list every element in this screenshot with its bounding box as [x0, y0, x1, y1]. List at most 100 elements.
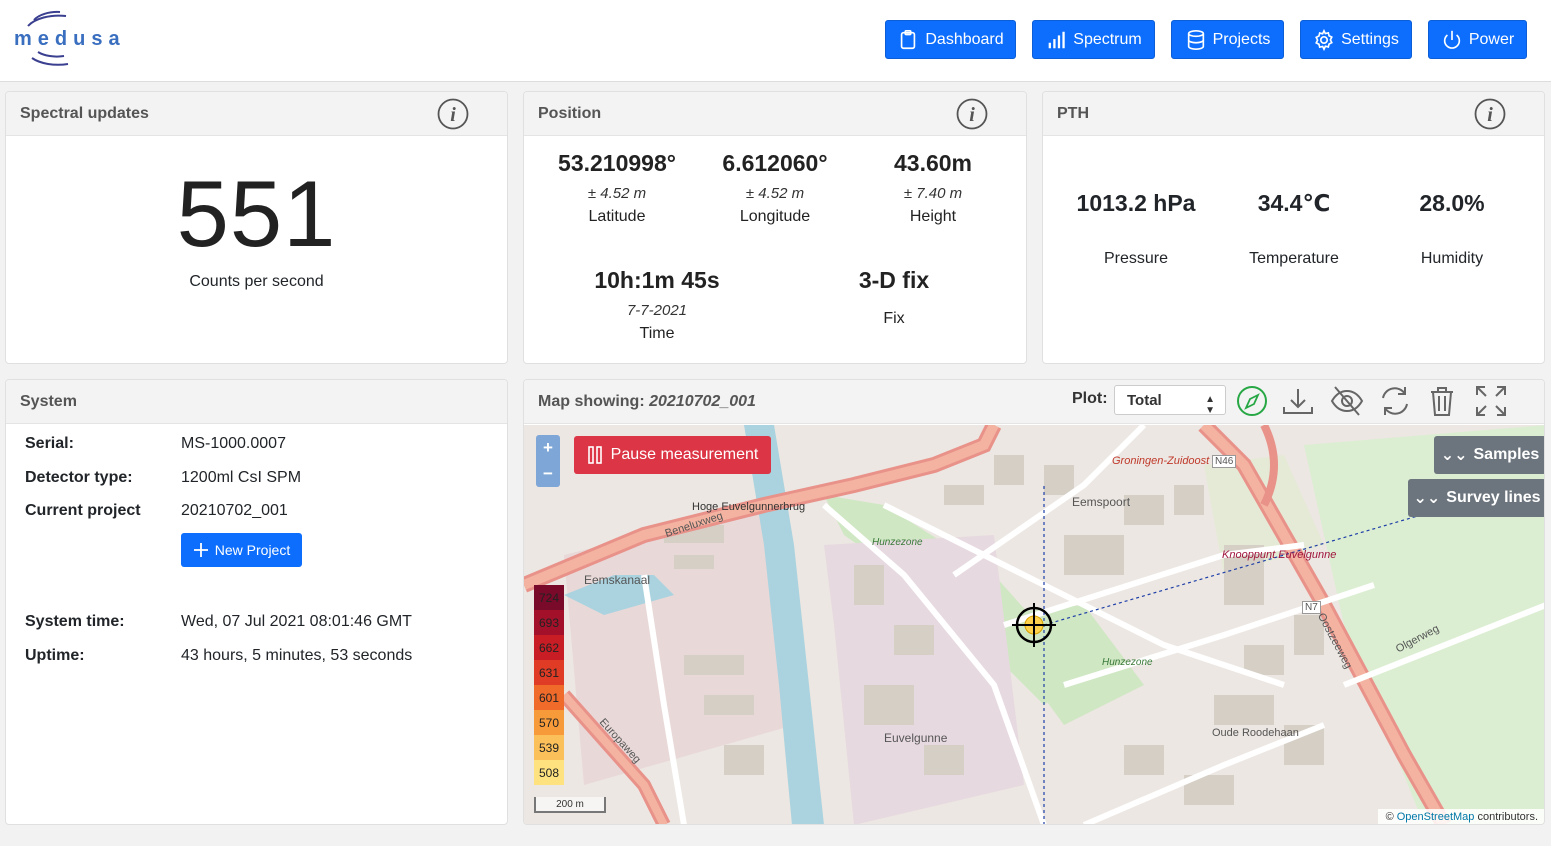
openstreetmap-link[interactable]: OpenStreetMap — [1397, 811, 1475, 823]
legend-item: 508 — [534, 760, 564, 785]
zoom-in-button[interactable]: + — [536, 435, 560, 461]
trash-icon[interactable] — [1424, 383, 1460, 419]
medusa-logo[interactable]: medusa — [10, 6, 120, 72]
system-title: System — [20, 392, 77, 410]
current-project-label: Current project — [25, 502, 141, 519]
pause-measurement-button[interactable]: Pause measurement — [574, 436, 771, 474]
top-navbar: medusa Dashboard Spectrum Projects Setti… — [0, 0, 1551, 82]
legend-item: 662 — [534, 635, 564, 660]
latitude-label: Latitude — [588, 208, 646, 225]
spectral-updates-header: Spectral updates i — [6, 92, 507, 136]
map-scale: 200 m — [534, 797, 606, 813]
spectral-updates-card: Spectral updates i 551 Counts per second — [5, 91, 508, 364]
download-icon[interactable] — [1280, 383, 1316, 419]
map-title: Map showing: 20210702_001 — [538, 393, 756, 411]
fullscreen-icon[interactable] — [1473, 383, 1509, 419]
time-value: 10h:1m 45s — [594, 267, 720, 293]
longitude-value: 6.612060° — [722, 150, 828, 176]
fix-label: Fix — [883, 310, 905, 327]
pth-card: PTH i 1013.2 hPa Pressure 34.4℃ Temperat… — [1042, 91, 1545, 364]
settings-label: Settings — [1341, 30, 1399, 48]
svg-text:i: i — [1487, 104, 1493, 126]
height-cell: 43.60m ± 7.40 m Height — [853, 150, 1013, 226]
system-time-value: Wed, 07 Jul 2021 08:01:46 GMT — [181, 613, 412, 630]
latitude-accuracy: ± 4.52 m — [587, 185, 647, 202]
position-card: Position i 53.210998° ± 4.52 m Latitude … — [523, 91, 1027, 364]
compass-icon[interactable] — [1234, 383, 1270, 419]
pressure-label: Pressure — [1103, 250, 1169, 267]
power-button[interactable]: Power — [1428, 20, 1527, 59]
humidity-value: 28.0% — [1419, 190, 1485, 216]
longitude-label: Longitude — [739, 208, 811, 225]
plot-select[interactable]: Total ▲ ▼ — [1114, 385, 1226, 416]
double-chevron-down-icon: ⌄⌄ — [1440, 447, 1468, 464]
samples-button[interactable]: ⌄⌄ Samples — [1434, 436, 1544, 474]
time-cell: 10h:1m 45s 7-7-2021 Time — [557, 267, 757, 343]
serial-label: Serial: — [25, 435, 74, 452]
map-title-prefix: Map showing: — [538, 392, 645, 410]
map-view[interactable]: Groningen-Zuidoost Hoge Euvelgunnerbrug … — [524, 425, 1545, 825]
gear-icon — [1315, 28, 1333, 51]
system-header: System — [6, 380, 507, 424]
pth-header: PTH i — [1043, 92, 1544, 136]
attribution-suffix: contributors. — [1477, 811, 1538, 823]
spectrum-button[interactable]: Spectrum — [1032, 20, 1155, 59]
spectral-updates-title: Spectral updates — [20, 104, 149, 122]
time-label: Time — [639, 325, 675, 342]
counts-per-second-value: 551 — [176, 161, 337, 266]
legend-item: 693 — [534, 610, 564, 635]
settings-button[interactable]: Settings — [1300, 20, 1412, 59]
legend-item: 631 — [534, 660, 564, 685]
map-label-eemspoort: Eemspoort — [1072, 495, 1131, 509]
map-header: Map showing: 20210702_001 Plot: Total ▲ ▼ — [524, 380, 1544, 424]
temperature-label: Temperature — [1249, 250, 1339, 267]
database-icon — [1187, 29, 1204, 50]
map-label-oude-roodehaan: Oude Roodehaan — [1212, 727, 1299, 739]
plot-label: Plot: — [1072, 390, 1108, 407]
info-icon[interactable]: i — [437, 98, 469, 130]
map-label-hunzezone-south: Hunzezone — [1102, 657, 1153, 668]
color-legend: 724 693 662 631 601 570 539 508 — [534, 585, 564, 785]
system-card: System Serial: MS-1000.0007 Detector typ… — [5, 379, 508, 825]
zoom-out-button[interactable]: − — [536, 461, 560, 487]
survey-lines-button[interactable]: ⌄⌄ Survey lines — [1408, 479, 1544, 517]
map-tiles[interactable] — [524, 425, 1545, 825]
map-label-eemskanaal: Eemskanaal — [584, 573, 651, 587]
pressure-value: 1013.2 hPa — [1076, 190, 1196, 216]
map-label-n7: N7 — [1302, 601, 1321, 614]
system-time-label: System time: — [25, 613, 125, 630]
info-icon[interactable]: i — [956, 98, 988, 130]
clipboard-icon — [901, 29, 916, 49]
new-project-button[interactable]: New Project — [181, 533, 302, 567]
current-project-value: 20210702_001 — [181, 502, 288, 519]
svg-text:i: i — [969, 104, 975, 126]
counts-per-second-label: Counts per second — [189, 273, 324, 290]
projects-button[interactable]: Projects — [1171, 20, 1284, 59]
svg-text:i: i — [450, 104, 456, 126]
map-label-hunzezone-north: Hunzezone — [872, 537, 923, 548]
bar-chart-icon — [1048, 31, 1065, 48]
dashboard-button[interactable]: Dashboard — [885, 20, 1016, 59]
serial-value: MS-1000.0007 — [181, 435, 286, 452]
eye-slash-icon[interactable] — [1329, 383, 1365, 419]
legend-item: 601 — [534, 685, 564, 710]
info-icon[interactable]: i — [1474, 98, 1506, 130]
map-label-groningen: Groningen-Zuidoost — [1112, 455, 1210, 467]
legend-item: 539 — [534, 735, 564, 760]
position-header: Position i — [524, 92, 1026, 136]
refresh-icon[interactable] — [1377, 383, 1413, 419]
double-chevron-down-icon: ⌄⌄ — [1413, 490, 1441, 507]
plot-select-value: Total — [1127, 391, 1162, 409]
humidity-label: Humidity — [1420, 250, 1484, 267]
height-value: 43.60m — [893, 150, 972, 176]
new-project-label: New Project — [214, 542, 291, 558]
position-title: Position — [538, 104, 602, 122]
longitude-accuracy: ± 4.52 m — [745, 185, 805, 202]
spectrum-label: Spectrum — [1073, 30, 1142, 48]
attribution-prefix: © — [1385, 811, 1394, 823]
map-label-hoge: Hoge Euvelgunnerbrug — [692, 501, 806, 513]
height-label: Height — [909, 208, 957, 225]
map-card: Map showing: 20210702_001 Plot: Total ▲ ▼ — [523, 379, 1545, 825]
power-icon — [1443, 30, 1460, 49]
select-caret-icon: ▲ ▼ — [1205, 394, 1215, 416]
